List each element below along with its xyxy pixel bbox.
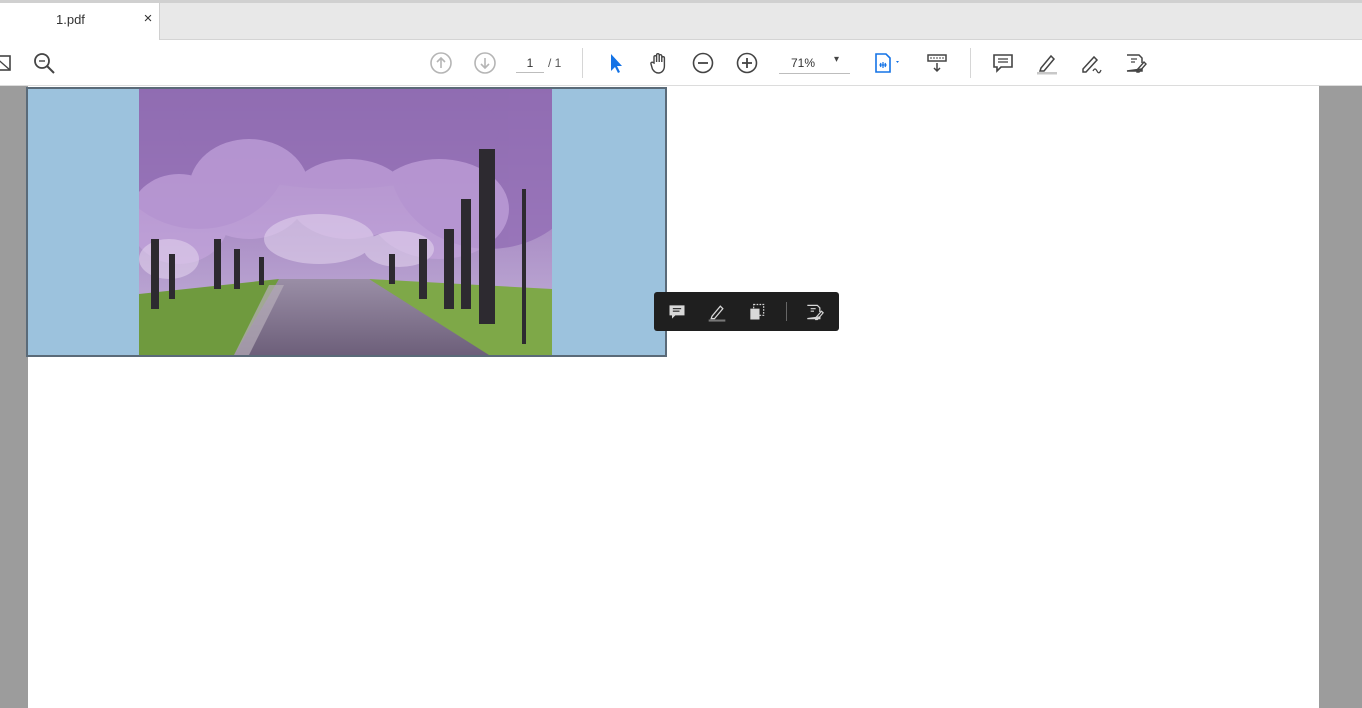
comment-icon xyxy=(669,305,685,319)
highlight-pen-icon xyxy=(1037,54,1057,75)
copy-icon xyxy=(750,303,765,320)
scroll-mode-icon xyxy=(927,54,947,73)
pdf-page[interactable] xyxy=(26,86,1319,708)
select-tool-button[interactable] xyxy=(603,50,629,76)
arrow-down-circle-icon xyxy=(474,52,496,74)
prev-page-button[interactable] xyxy=(428,50,454,76)
toolbar-divider xyxy=(970,48,971,78)
fill-sign-icon xyxy=(1126,54,1147,73)
search-icon[interactable] xyxy=(31,50,57,76)
close-tab-button[interactable]: × xyxy=(140,9,156,29)
selected-image[interactable] xyxy=(26,87,667,357)
zoom-value: 71% xyxy=(791,56,816,70)
cursor-arrow-icon xyxy=(611,54,622,73)
scroll-mode-button[interactable] xyxy=(924,50,950,76)
page-number-input[interactable] xyxy=(516,54,544,73)
comment-icon xyxy=(993,54,1013,73)
fill-sign-button[interactable] xyxy=(1122,50,1148,76)
arrow-up-circle-icon xyxy=(430,52,452,74)
zoom-in-button[interactable] xyxy=(734,50,760,76)
comment-button[interactable] xyxy=(990,50,1016,76)
minus-circle-icon xyxy=(692,52,714,74)
fit-page-icon xyxy=(875,53,899,73)
next-page-button[interactable] xyxy=(472,50,498,76)
main-toolbar: / 1 71% ▾ xyxy=(0,40,1362,86)
hand-icon xyxy=(650,53,666,74)
sign-pen-icon xyxy=(1082,55,1102,74)
sign-button[interactable] xyxy=(1078,50,1104,76)
document-tab[interactable]: 1.pdf × xyxy=(0,3,160,40)
quick-comment-button[interactable] xyxy=(665,300,689,324)
hand-tool-button[interactable] xyxy=(646,50,672,76)
partial-icon[interactable] xyxy=(0,50,16,76)
cherry-blossom-photo xyxy=(139,89,552,355)
fill-sign-icon xyxy=(807,304,824,321)
quick-highlight-button[interactable] xyxy=(705,300,729,324)
plus-circle-icon xyxy=(736,52,758,74)
tab-title: 1.pdf xyxy=(56,12,85,27)
quick-fill-sign-button[interactable] xyxy=(802,300,826,324)
tab-bar: 1.pdf × xyxy=(0,0,1362,40)
quick-tools-toolbar xyxy=(654,292,839,331)
quick-copy-button[interactable] xyxy=(745,300,769,324)
zoom-dropdown[interactable]: 71% ▾ xyxy=(779,52,850,74)
chevron-down-icon: ▾ xyxy=(834,54,840,65)
highlight-button[interactable] xyxy=(1034,50,1060,76)
fit-page-button[interactable] xyxy=(869,50,905,76)
highlight-pen-icon xyxy=(708,305,726,322)
document-viewport[interactable] xyxy=(0,86,1362,708)
page-total: / 1 xyxy=(548,56,562,70)
quick-tools-divider xyxy=(786,302,787,321)
toolbar-divider xyxy=(582,48,583,78)
zoom-out-button[interactable] xyxy=(690,50,716,76)
